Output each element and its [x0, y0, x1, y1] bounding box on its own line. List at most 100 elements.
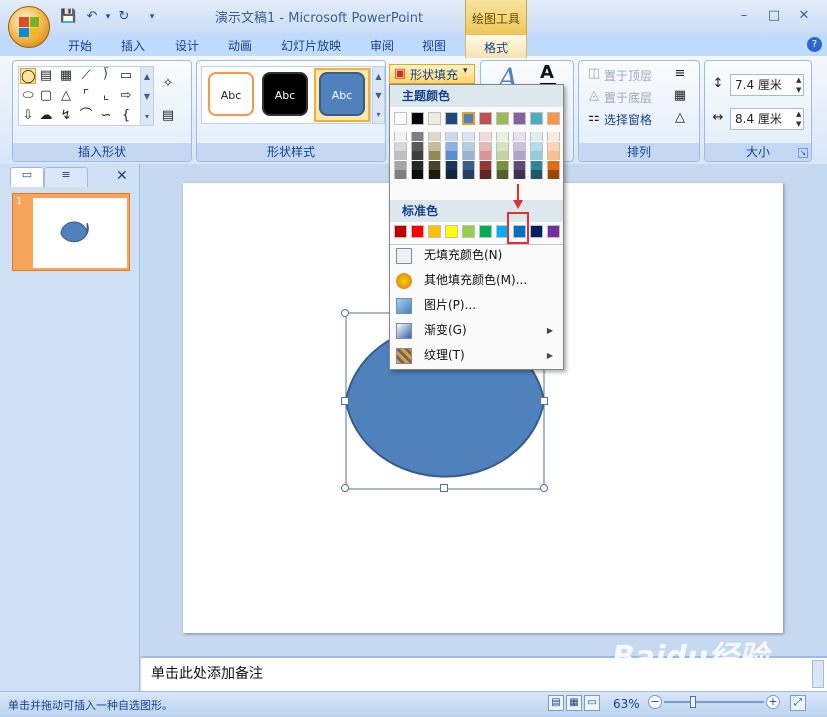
theme-shade-swatch[interactable]: [394, 141, 407, 151]
office-button[interactable]: [8, 6, 50, 48]
fit-to-window-icon[interactable]: ⤢: [790, 695, 806, 711]
maximize-icon[interactable]: □: [764, 7, 784, 25]
save-icon[interactable]: 💾: [60, 9, 76, 25]
theme-shade-swatch[interactable]: [428, 170, 441, 179]
theme-shade-swatch[interactable]: [530, 170, 543, 179]
theme-shade-swatch[interactable]: [411, 170, 424, 179]
line-shape-icon[interactable]: ⟋: [78, 68, 94, 84]
brace-shape-icon[interactable]: {: [118, 108, 134, 124]
theme-shade-swatch[interactable]: [479, 132, 492, 141]
theme-shade-swatch[interactable]: [479, 151, 492, 160]
resize-handle-top-left[interactable]: [341, 309, 349, 317]
theme-shade-swatch[interactable]: [513, 141, 526, 151]
notes-scrollbar[interactable]: [812, 660, 824, 688]
bring-to-front-button[interactable]: 置于顶层: [604, 67, 652, 84]
slide-sorter-icon[interactable]: ▦: [566, 695, 582, 711]
theme-shade-swatch[interactable]: [411, 132, 424, 141]
gradient-fill-item[interactable]: 渐变(G) ▶: [390, 318, 563, 343]
theme-shade-swatch[interactable]: [547, 141, 560, 151]
theme-shade-swatch[interactable]: [513, 132, 526, 141]
curve-shape-icon[interactable]: ∽: [98, 108, 114, 124]
tab-insert[interactable]: 插入: [121, 37, 145, 54]
theme-color-swatch[interactable]: [445, 112, 458, 125]
theme-shade-swatch[interactable]: [445, 151, 458, 160]
resize-handle-bottom-right[interactable]: [540, 484, 548, 492]
theme-shade-swatch[interactable]: [496, 141, 509, 151]
theme-shade-swatch[interactable]: [428, 151, 441, 160]
zoom-level[interactable]: 63%: [613, 697, 640, 711]
zoom-slider-thumb[interactable]: [690, 696, 696, 708]
standard-color-swatch[interactable]: [445, 225, 458, 238]
customize-qat-icon[interactable]: ▾: [144, 9, 160, 25]
theme-shade-swatch[interactable]: [394, 132, 407, 141]
standard-color-swatch[interactable]: [428, 225, 441, 238]
size-dialog-launcher-icon[interactable]: ↘: [798, 148, 808, 158]
theme-shade-swatch[interactable]: [547, 151, 560, 160]
zoom-in-icon[interactable]: +: [766, 695, 780, 709]
style-sample-blue-fill[interactable]: Abc: [319, 72, 365, 116]
theme-shade-swatch[interactable]: [411, 141, 424, 151]
undo-icon[interactable]: ↶: [84, 9, 100, 25]
theme-shade-swatch[interactable]: [496, 170, 509, 179]
theme-shade-swatch[interactable]: [530, 141, 543, 151]
tab-home[interactable]: 开始: [68, 37, 92, 54]
tab-slides-icon[interactable]: ▭: [10, 167, 44, 187]
theme-color-swatch[interactable]: [428, 112, 441, 125]
width-spinner[interactable]: ▲ ▼: [796, 109, 801, 129]
texture-fill-item[interactable]: 纹理(T) ▶: [390, 343, 563, 368]
theme-shade-swatch[interactable]: [394, 170, 407, 179]
down-arrow-shape-icon[interactable]: ⇩: [20, 108, 36, 124]
arc-shape-icon[interactable]: ⌒: [78, 108, 94, 124]
tab-animations[interactable]: 动画: [228, 37, 252, 54]
help-icon[interactable]: ?: [807, 37, 822, 52]
tab-outline-icon[interactable]: ≡: [44, 167, 88, 187]
elbow-connector-icon[interactable]: ⌜: [78, 88, 94, 104]
theme-shade-swatch[interactable]: [445, 141, 458, 151]
slideshow-view-icon[interactable]: ▭: [584, 695, 600, 711]
tab-review[interactable]: 审阅: [370, 37, 394, 54]
theme-shade-swatch[interactable]: [496, 160, 509, 170]
selection-pane-button[interactable]: 选择窗格: [604, 111, 652, 128]
theme-shade-swatch[interactable]: [445, 160, 458, 170]
styles-gallery-scroll[interactable]: ▲ ▼ ▾: [372, 66, 385, 124]
align-icon[interactable]: ≡: [672, 66, 688, 82]
theme-shade-swatch[interactable]: [513, 170, 526, 179]
style-sample-black-fill[interactable]: Abc: [262, 72, 308, 116]
standard-color-swatch[interactable]: [530, 225, 543, 238]
oval-shape-icon[interactable]: ⬭: [20, 88, 36, 104]
tab-design[interactable]: 设计: [175, 37, 199, 54]
arrow-line-icon[interactable]: ⟌: [98, 68, 114, 84]
send-to-back-button[interactable]: 置于底层: [604, 89, 652, 106]
theme-shade-swatch[interactable]: [428, 160, 441, 170]
zoom-out-icon[interactable]: −: [648, 695, 662, 709]
rounded-rect-icon[interactable]: ▢: [38, 88, 54, 104]
theme-shade-swatch[interactable]: [547, 160, 560, 170]
zoom-slider-track[interactable]: [664, 701, 764, 703]
no-fill-item[interactable]: 无填充颜色(N): [390, 243, 563, 268]
tab-format[interactable]: 格式: [465, 34, 527, 58]
theme-color-swatch[interactable]: [394, 112, 407, 125]
theme-shade-swatch[interactable]: [462, 132, 475, 141]
edit-shape-icon[interactable]: ✧: [160, 76, 176, 92]
theme-shade-swatch[interactable]: [547, 170, 560, 179]
theme-shade-swatch[interactable]: [513, 160, 526, 170]
undo-dropdown-icon[interactable]: ▾: [100, 9, 116, 25]
text-fill-icon[interactable]: A: [540, 62, 554, 83]
theme-color-swatch[interactable]: [513, 112, 526, 125]
theme-shade-swatch[interactable]: [530, 132, 543, 141]
rectangle-shape-icon[interactable]: ▭: [118, 68, 134, 84]
picture-fill-item[interactable]: 图片(P)...: [390, 293, 563, 318]
theme-shade-swatch[interactable]: [411, 160, 424, 170]
height-spinner[interactable]: ▲ ▼: [796, 75, 801, 95]
more-colors-item[interactable]: 其他填充颜色(M)...: [390, 268, 563, 293]
teardrop-shape-icon[interactable]: ◯: [20, 68, 36, 84]
theme-shade-swatch[interactable]: [547, 132, 560, 141]
textbox-shape-icon[interactable]: ▤: [38, 68, 54, 84]
theme-shade-swatch[interactable]: [513, 151, 526, 160]
theme-shade-swatch[interactable]: [479, 160, 492, 170]
standard-color-swatch[interactable]: [479, 225, 492, 238]
tab-slide-show[interactable]: 幻灯片放映: [281, 37, 341, 54]
theme-shade-swatch[interactable]: [462, 170, 475, 179]
text-box-insert-icon[interactable]: ▤: [160, 108, 176, 124]
group-objects-icon[interactable]: ▦: [672, 88, 688, 104]
